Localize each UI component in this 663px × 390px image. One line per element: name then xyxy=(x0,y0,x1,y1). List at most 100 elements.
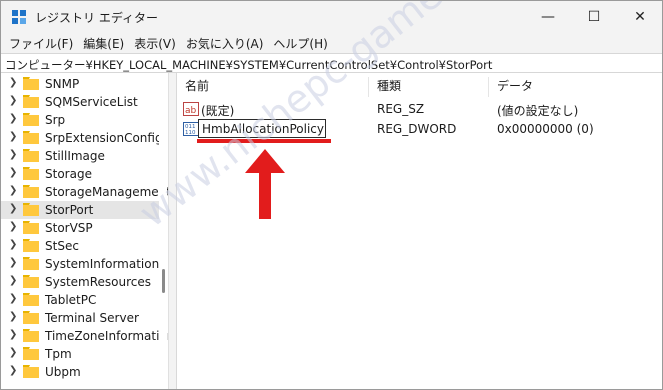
menu-help[interactable]: ヘルプ(H) xyxy=(271,33,333,53)
chevron-right-icon[interactable]: ❯ xyxy=(9,185,17,196)
chevron-right-icon[interactable]: ❯ xyxy=(9,311,17,322)
folder-icon xyxy=(23,257,39,270)
tree-item[interactable]: ❯ Terminal Server xyxy=(1,309,159,327)
tree-item-label: TimeZoneInformation xyxy=(45,329,169,343)
annotation-underline xyxy=(197,139,331,143)
tree-item[interactable]: ❯ Srp xyxy=(1,111,159,129)
tree-item[interactable]: ❯ SNMP xyxy=(1,75,159,93)
tree-item[interactable]: ❯ Tpm xyxy=(1,345,159,363)
chevron-right-icon[interactable]: ❯ xyxy=(9,77,17,88)
tree-scrollbar-thumb[interactable] xyxy=(162,269,165,293)
close-button[interactable]: ✕ xyxy=(617,1,662,33)
chevron-right-icon[interactable]: ❯ xyxy=(9,275,17,286)
value-type: REG_SZ xyxy=(377,102,425,116)
tree-item[interactable]: ❯ SystemResources xyxy=(1,273,159,291)
value-name: (既定) xyxy=(201,104,235,118)
folder-icon xyxy=(23,203,39,216)
chevron-right-icon[interactable]: ❯ xyxy=(9,203,17,214)
tree-item-label: Srp xyxy=(45,113,66,127)
title-bar: レジストリ エディター — ☐ ✕ xyxy=(1,1,662,33)
column-header-name[interactable]: 名前 xyxy=(177,77,369,97)
folder-icon xyxy=(23,113,39,126)
tree-item[interactable]: ❯ SQMServiceList xyxy=(1,93,159,111)
value-row-hmballocationpolicy[interactable]: 011 110 HmbAllocationPolicy REG_DWORD 0x… xyxy=(177,119,662,139)
chevron-right-icon[interactable]: ❯ xyxy=(9,329,17,340)
chevron-right-icon[interactable]: ❯ xyxy=(9,347,17,358)
tree-item[interactable]: ❯ StorPort xyxy=(1,201,159,219)
folder-icon xyxy=(23,293,39,306)
menu-file[interactable]: ファイル(F) xyxy=(7,33,79,53)
registry-editor-window: レジストリ エディター — ☐ ✕ ファイル(F) 編集(E) 表示(V) お気… xyxy=(0,0,663,390)
chevron-right-icon[interactable]: ❯ xyxy=(9,167,17,178)
tree-item[interactable]: ❯ TabletPC xyxy=(1,291,159,309)
menu-favorites[interactable]: お気に入り(A) xyxy=(184,33,270,53)
svg-text:ab: ab xyxy=(185,106,197,116)
close-icon: ✕ xyxy=(634,9,646,25)
value-data: 0x00000000 (0) xyxy=(497,122,594,136)
tree-scrollbar[interactable] xyxy=(159,73,167,389)
chevron-right-icon[interactable]: ❯ xyxy=(9,221,17,232)
tree-item-label: SNMP xyxy=(45,77,80,91)
chevron-right-icon[interactable]: ❯ xyxy=(9,113,17,124)
rename-input[interactable]: HmbAllocationPolicy xyxy=(198,119,326,138)
tree-item[interactable]: ❯ SystemInformation xyxy=(1,255,159,273)
tree-item-label: SQMServiceList xyxy=(45,95,138,109)
svg-text:110: 110 xyxy=(185,130,196,136)
folder-icon xyxy=(23,365,39,378)
folder-icon xyxy=(23,167,39,180)
folder-icon xyxy=(23,329,39,342)
tree-item-label: StorPort xyxy=(45,203,94,217)
tree-item-label: StillImage xyxy=(45,149,105,163)
folder-icon xyxy=(23,221,39,234)
value-data: (値の設定なし) xyxy=(497,104,579,118)
pane-splitter[interactable] xyxy=(169,73,177,389)
maximize-icon: ☐ xyxy=(587,9,601,25)
string-value-icon: ab xyxy=(183,102,199,116)
column-header-type[interactable]: 種類 xyxy=(369,77,489,97)
menu-edit[interactable]: 編集(E) xyxy=(81,33,130,53)
registry-editor-app-icon xyxy=(12,10,26,24)
tree-item-label: StSec xyxy=(45,239,79,253)
chevron-right-icon[interactable]: ❯ xyxy=(9,95,17,106)
value-row-default[interactable]: ab (既定) REG_SZ (値の設定なし) xyxy=(177,99,662,119)
tree-item[interactable]: ❯ StSec xyxy=(1,237,159,255)
tree-item-label: SrpExtensionConfig xyxy=(45,131,163,145)
value-list: 名前 種類 データ ab (既定) REG_SZ (値の設定なし) 011 11… xyxy=(177,73,662,389)
tree-item-label: Storage xyxy=(45,167,92,181)
folder-icon xyxy=(23,239,39,252)
tree-item-label: StorageManagement xyxy=(45,185,169,199)
minimize-button[interactable]: — xyxy=(525,1,571,33)
tree-item-label: Ubpm xyxy=(45,365,81,379)
chevron-right-icon[interactable]: ❯ xyxy=(9,239,17,250)
folder-icon xyxy=(23,275,39,288)
chevron-right-icon[interactable]: ❯ xyxy=(9,365,17,376)
folder-icon xyxy=(23,185,39,198)
tree-item[interactable]: ❯ StorVSP xyxy=(1,219,159,237)
tree-item[interactable]: ❯ Storage xyxy=(1,165,159,183)
window-title: レジストリ エディター xyxy=(35,11,158,25)
chevron-right-icon[interactable]: ❯ xyxy=(9,293,17,304)
tree-item-label: TabletPC xyxy=(45,293,97,307)
menu-view[interactable]: 表示(V) xyxy=(132,33,182,53)
tree-item[interactable]: ❯ Ubpm xyxy=(1,363,159,381)
tree-item-label: Terminal Server xyxy=(45,311,139,325)
address-bar[interactable]: コンピューター¥HKEY_LOCAL_MACHINE¥SYSTEM¥Curren… xyxy=(1,53,662,73)
folder-icon xyxy=(23,77,39,90)
value-type: REG_DWORD xyxy=(377,122,457,136)
tree-item-label: Tpm xyxy=(45,347,72,361)
maximize-button[interactable]: ☐ xyxy=(571,1,617,33)
column-header-data[interactable]: データ xyxy=(489,77,662,97)
chevron-right-icon[interactable]: ❯ xyxy=(9,149,17,160)
folder-icon xyxy=(23,95,39,108)
tree-item[interactable]: ❯ SrpExtensionConfig xyxy=(1,129,163,147)
tree-item[interactable]: ❯ StillImage xyxy=(1,147,159,165)
folder-icon xyxy=(23,131,39,144)
tree-item-label: SystemResources xyxy=(45,275,152,289)
tree-item-label: StorVSP xyxy=(45,221,93,235)
tree-item[interactable]: ❯ TimeZoneInformation xyxy=(1,327,168,345)
chevron-right-icon[interactable]: ❯ xyxy=(9,131,17,142)
folder-icon xyxy=(23,311,39,324)
annotation-arrow-icon xyxy=(245,149,285,219)
chevron-right-icon[interactable]: ❯ xyxy=(9,257,17,268)
tree-item[interactable]: ❯ StorageManagement xyxy=(1,183,168,201)
